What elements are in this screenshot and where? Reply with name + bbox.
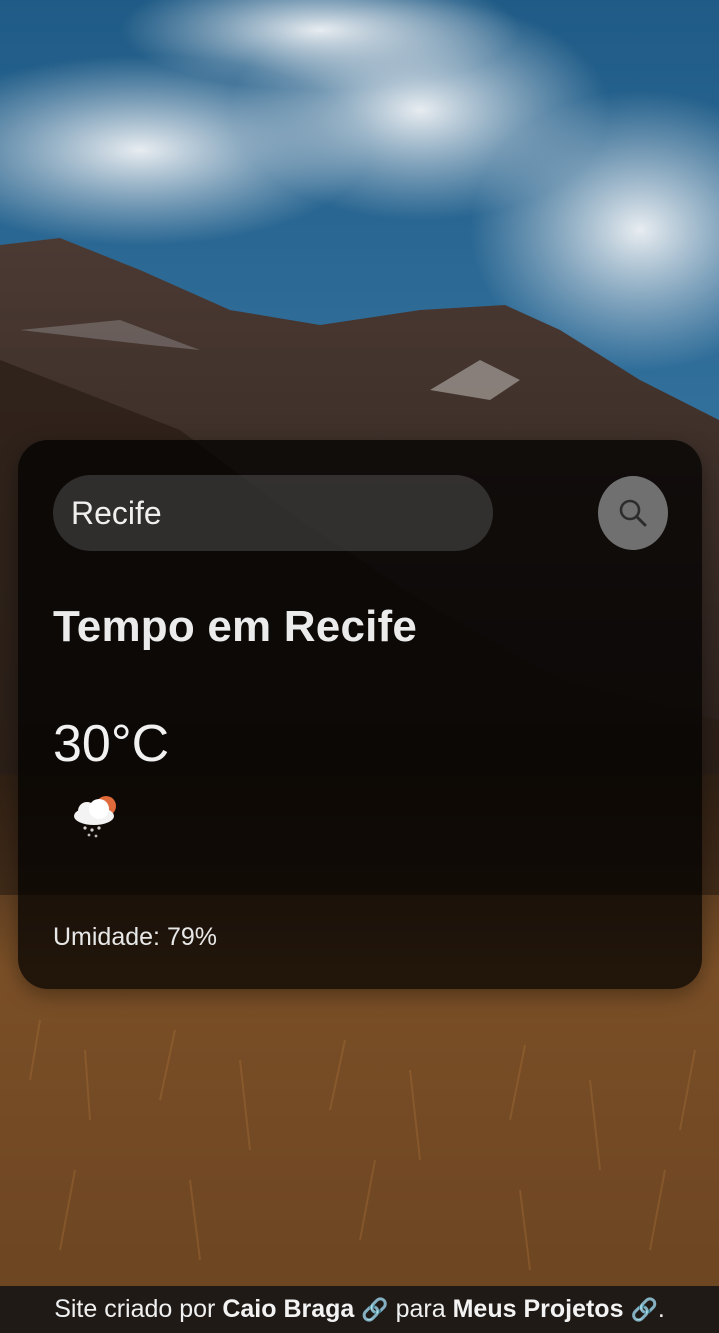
author-link[interactable]: Caio Braga 🔗	[222, 1295, 388, 1323]
temperature-value: 30°C	[53, 715, 170, 773]
humidity-text: Umidade: 79%	[53, 923, 217, 951]
search-icon	[598, 496, 668, 530]
projects-link-label: Meus Projetos	[452, 1295, 624, 1323]
search-button[interactable]	[598, 476, 668, 550]
link-icon: 🔗	[361, 1297, 389, 1322]
footer-prefix: Site criado por	[54, 1295, 223, 1323]
footer: Site criado por Caio Braga 🔗 para Meus P…	[0, 1286, 719, 1333]
footer-middle: para	[388, 1295, 453, 1323]
link-icon: 🔗	[630, 1297, 658, 1322]
cloud-rain-sun-icon	[68, 792, 124, 842]
weather-card: Tempo em Recife 30°C Umidade: 79%	[18, 440, 702, 989]
projects-link[interactable]: Meus Projetos 🔗	[453, 1295, 658, 1323]
weather-title: Tempo em Recife	[53, 602, 418, 651]
city-search-input[interactable]	[53, 475, 493, 551]
footer-suffix: .	[657, 1295, 665, 1323]
author-link-label: Caio Braga	[222, 1295, 355, 1323]
